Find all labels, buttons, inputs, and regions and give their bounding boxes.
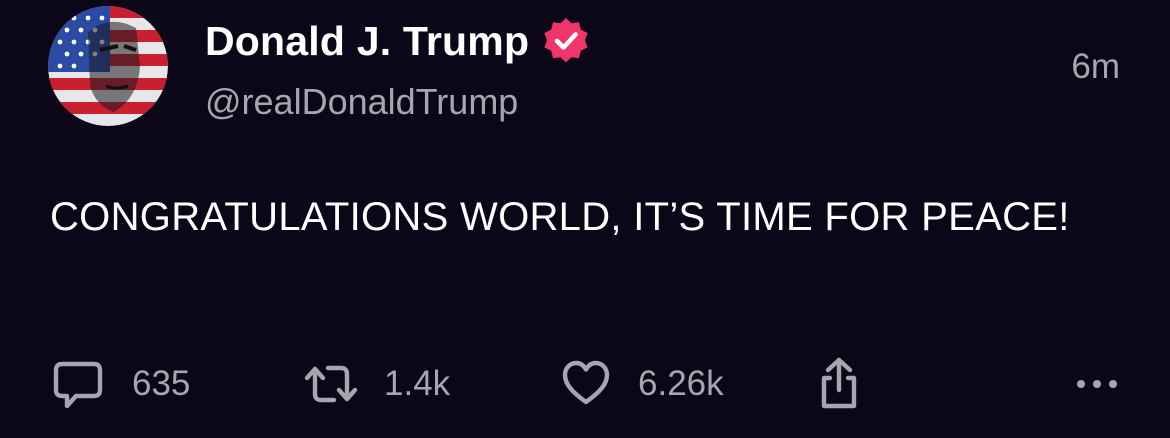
heart-icon bbox=[562, 360, 610, 405]
ellipsis-icon bbox=[1077, 380, 1117, 388]
reply-count: 635 bbox=[132, 364, 191, 403]
repost-arrows-icon bbox=[304, 365, 358, 403]
repost-count: 1.4k bbox=[384, 364, 451, 403]
share-upload-icon bbox=[821, 357, 857, 409]
author-name-row: Donald J. Trump bbox=[205, 16, 591, 66]
like-button[interactable]: 6.26k bbox=[562, 356, 724, 412]
repost-button[interactable]: 1.4k bbox=[302, 356, 450, 412]
post-timestamp[interactable]: 6m bbox=[1071, 47, 1120, 87]
more-options-button[interactable] bbox=[1074, 356, 1120, 412]
reply-button[interactable]: 635 bbox=[50, 356, 190, 412]
post-action-bar: 635 1.4k 6.26k bbox=[0, 356, 1170, 416]
like-count: 6.26k bbox=[638, 364, 724, 403]
share-button[interactable] bbox=[816, 356, 862, 412]
speech-bubble-icon bbox=[53, 361, 103, 409]
avatar-flag-portrait-image bbox=[48, 6, 168, 126]
author-display-name[interactable]: Donald J. Trump bbox=[205, 18, 529, 65]
avatar[interactable] bbox=[48, 6, 168, 126]
verified-badge-icon[interactable] bbox=[541, 16, 591, 66]
author-handle[interactable]: @realDonaldTrump bbox=[205, 81, 518, 123]
post-body-text: CONGRATULATIONS WORLD, IT’S TIME FOR PEA… bbox=[50, 195, 1070, 239]
